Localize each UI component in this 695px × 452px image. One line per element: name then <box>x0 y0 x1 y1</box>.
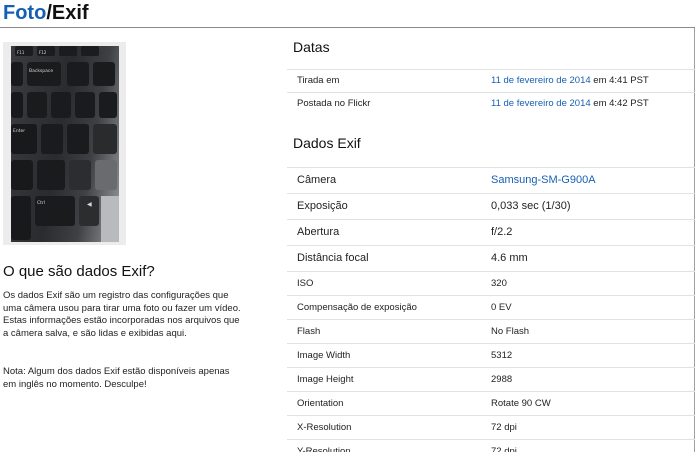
exif-value: f/2.2 <box>491 226 513 238</box>
page-title: Foto/Exif <box>3 1 89 25</box>
exif-label: Image Width <box>297 350 351 361</box>
exif-label: X-Resolution <box>297 422 352 433</box>
exif-value: 72 dpi <box>491 422 517 433</box>
date-row-posted: Postada no Flickr 11 de fevereiro de 201… <box>287 92 695 115</box>
title-divider <box>0 27 695 28</box>
exif-label: Y-Resolution <box>297 446 351 452</box>
dates-heading: Datas <box>293 39 330 55</box>
exif-label: Flash <box>297 326 321 337</box>
exif-value: No Flash <box>491 326 530 337</box>
exif-row-y-resolution: Y-Resolution 72 dpi <box>287 439 695 452</box>
exif-row-aperture: Abertura f/2.2 <box>287 219 695 245</box>
exif-table: Câmera Samsung-SM-G900A Exposição 0,033 … <box>287 167 695 452</box>
svg-text:F12: F12 <box>39 50 47 55</box>
exif-value: 2988 <box>491 374 513 385</box>
dates-table: Tirada em 11 de fevereiro de 2014 em 4:4… <box>287 69 695 115</box>
exif-value: 72 dpi <box>491 446 517 452</box>
exif-row-flash: Flash No Flash <box>287 319 695 343</box>
posted-time: em 4:42 PST <box>590 98 649 109</box>
exif-page: Foto/Exif F11 F12 Backspace Enter Ctrl ◀… <box>0 0 695 452</box>
exif-info-heading: O que são dados Exif? <box>3 263 155 280</box>
date-label: Postada no Flickr <box>297 98 371 109</box>
exif-value: 4.6 mm <box>491 252 528 264</box>
exif-info-note: Nota: Algum dos dados Exif estão disponí… <box>3 366 230 390</box>
exif-row-exposure-compensation: Compensação de exposição 0 EV <box>287 295 695 319</box>
exif-value: 0,033 sec (1/30) <box>491 200 571 212</box>
breadcrumb-current: /Exif <box>46 2 89 24</box>
exif-row-orientation: Orientation Rotate 90 CW <box>287 391 695 415</box>
exif-label: Orientation <box>297 398 344 409</box>
date-value: 11 de fevereiro de 2014 em 4:41 PST <box>491 70 649 92</box>
svg-text:F11: F11 <box>17 50 25 55</box>
exif-value: 5312 <box>491 350 513 361</box>
posted-date-link[interactable]: 11 de fevereiro de 2014 <box>491 98 591 109</box>
exif-label: Compensação de exposição <box>297 302 417 313</box>
exif-label: Distância focal <box>297 252 369 264</box>
date-row-taken: Tirada em 11 de fevereiro de 2014 em 4:4… <box>287 69 695 92</box>
exif-row-exposure: Exposição 0,033 sec (1/30) <box>287 193 695 219</box>
date-label: Tirada em <box>297 75 340 86</box>
taken-date-link[interactable]: 11 de fevereiro de 2014 <box>491 75 591 86</box>
svg-text:Backspace: Backspace <box>29 68 53 74</box>
exif-row-camera: Câmera Samsung-SM-G900A <box>287 167 695 193</box>
date-value: 11 de fevereiro de 2014 em 4:42 PST <box>491 93 649 115</box>
exif-row-iso: ISO 320 <box>287 271 695 295</box>
exif-label: Câmera <box>297 174 337 186</box>
svg-text:Ctrl: Ctrl <box>37 200 45 206</box>
exif-heading: Dados Exif <box>293 135 361 151</box>
camera-model-link[interactable]: Samsung-SM-G900A <box>491 168 596 193</box>
exif-label: Exposição <box>297 200 348 212</box>
exif-row-focal-length: Distância focal 4.6 mm <box>287 245 695 271</box>
exif-row-image-width: Image Width 5312 <box>287 343 695 367</box>
svg-text:◀: ◀ <box>87 201 92 208</box>
keyboard-photo-image: F11 F12 Backspace Enter Ctrl ◀ <box>11 46 119 242</box>
exif-value: 0 EV <box>491 302 512 313</box>
exif-value: 320 <box>491 278 507 289</box>
exif-row-x-resolution: X-Resolution 72 dpi <box>287 415 695 439</box>
exif-value: Rotate 90 CW <box>491 398 551 409</box>
exif-label: Image Height <box>297 374 354 385</box>
exif-info-description: Os dados Exif são um registro das config… <box>3 290 241 339</box>
exif-label: Abertura <box>297 226 340 238</box>
breadcrumb-photo-link[interactable]: Foto <box>3 2 46 24</box>
exif-label: ISO <box>297 278 314 289</box>
taken-time: em 4:41 PST <box>590 75 649 86</box>
photo-frame: F11 F12 Backspace Enter Ctrl ◀ <box>3 42 126 245</box>
svg-text:Enter: Enter <box>13 128 25 134</box>
exif-row-image-height: Image Height 2988 <box>287 367 695 391</box>
photo-thumbnail[interactable]: F11 F12 Backspace Enter Ctrl ◀ <box>11 46 119 242</box>
